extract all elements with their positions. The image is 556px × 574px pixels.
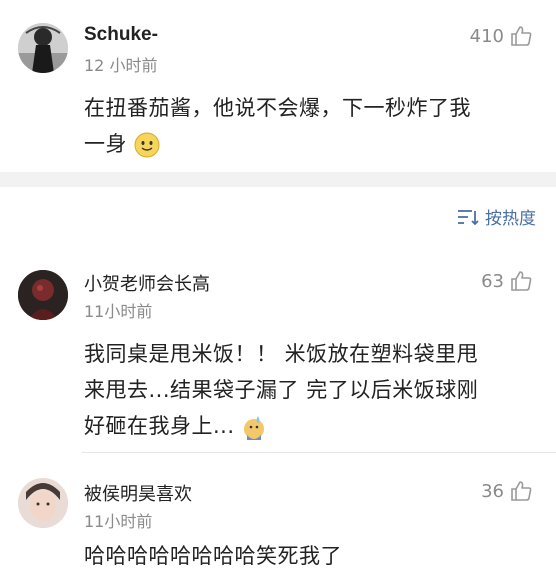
comment-text-segment: 一身: [84, 132, 127, 156]
user-photo-icon: [18, 270, 68, 320]
like-button[interactable]: 410: [470, 25, 532, 47]
user-photo-icon: [18, 23, 68, 73]
sort-icon: [458, 209, 479, 225]
thumbs-up-icon: [511, 271, 532, 291]
comment-time: 12 小时前: [84, 56, 158, 75]
section-divider: [0, 172, 556, 187]
comment-time: 11小时前: [84, 302, 153, 321]
avatar[interactable]: [18, 23, 68, 73]
comment-text: 我同桌是甩米饭！！ 米饭放在塑料袋里甩 来甩去...结果袋子漏了 完了以后米饭球…: [84, 336, 549, 444]
like-button[interactable]: 63: [481, 270, 532, 292]
sort-label: 按热度: [485, 209, 536, 229]
thumbs-up-icon: [511, 481, 532, 501]
user-photo-icon: [18, 478, 68, 528]
comment-text: 在扭番茄酱，他说不会爆，下一秒炸了我 一身: [84, 90, 544, 162]
sweat-emoji-icon: [243, 416, 264, 440]
comment-username[interactable]: 被侯明昊喜欢: [84, 480, 192, 506]
comment-text-line: 我同桌是甩米饭！！ 米饭放在塑料袋里甩: [84, 342, 479, 366]
like-button[interactable]: 36: [481, 480, 532, 502]
comment-username[interactable]: Schuke-: [84, 24, 158, 46]
like-count: 36: [481, 480, 504, 502]
avatar[interactable]: [18, 270, 68, 320]
comment-time: 11小时前: [84, 512, 153, 531]
comment-text-line: 来甩去...结果袋子漏了 完了以后米饭球刚: [84, 378, 479, 402]
avatar[interactable]: [18, 478, 68, 528]
comment-text: 哈哈哈哈哈哈哈哈笑死我了: [84, 544, 342, 568]
thumbs-up-icon: [511, 26, 532, 46]
like-count: 410: [469, 25, 504, 47]
comment-text-line: 好砸在我身上...: [84, 408, 549, 444]
comment-username[interactable]: 小贺老师会长高: [84, 270, 210, 296]
comment-text-line: 在扭番茄酱，他说不会爆，下一秒炸了我: [84, 96, 471, 120]
comment-separator: [82, 452, 556, 453]
comment-text-line: 一身: [84, 126, 544, 162]
comment-text-segment: 好砸在我身上...: [84, 414, 235, 438]
smile-emoji-icon: [134, 132, 160, 158]
like-count: 63: [481, 270, 504, 292]
sort-by-hot-button[interactable]: 按热度: [457, 204, 536, 229]
